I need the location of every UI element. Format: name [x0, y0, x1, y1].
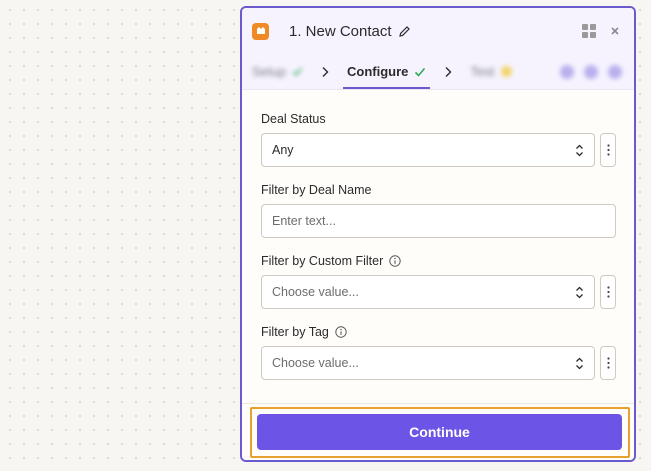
step-tabs: Setup Configure Test — [242, 54, 634, 90]
field-label-text: Filter by Custom Filter — [261, 254, 384, 268]
action-icon[interactable] — [608, 64, 622, 79]
pencil-icon[interactable] — [398, 24, 412, 38]
configure-form: Deal Status Any Filter by Deal Name Ente… — [242, 90, 634, 380]
continue-button[interactable]: Continue — [257, 414, 622, 450]
tag-field: Filter by Tag Choose value... — [261, 325, 616, 380]
custom-filter-select[interactable]: Choose value... — [261, 275, 595, 309]
action-icon[interactable] — [584, 64, 598, 79]
tab-test[interactable]: Test — [470, 54, 513, 89]
close-icon[interactable] — [608, 24, 622, 38]
up-down-arrows-icon — [574, 143, 584, 157]
tab-setup-label: Setup — [252, 64, 286, 79]
tag-select[interactable]: Choose value... — [261, 346, 595, 380]
custom-filter-field: Filter by Custom Filter Choose value... — [261, 254, 616, 309]
info-icon[interactable] — [389, 255, 401, 267]
deal-name-field: Filter by Deal Name — [261, 183, 616, 238]
field-label: Deal Status — [261, 112, 326, 126]
select-value: Choose value... — [272, 285, 359, 299]
up-down-arrows-icon — [574, 285, 584, 299]
step-panel: 1. New Contact Setup Configure Test Deal… — [240, 6, 636, 462]
app-logo-icon — [252, 22, 269, 40]
tab-configure-label: Configure — [346, 64, 409, 79]
deal-name-input[interactable] — [261, 204, 616, 238]
field-label-text: Filter by Tag — [261, 325, 329, 339]
select-value: Any — [272, 143, 294, 157]
up-down-arrows-icon — [574, 356, 584, 370]
field-label: Filter by Deal Name — [261, 183, 372, 197]
tab-test-label: Test — [470, 64, 495, 79]
deal-status-field: Deal Status Any — [261, 112, 616, 167]
step-title: 1. New Contact — [289, 22, 392, 40]
vertical-dots-icon[interactable] — [600, 346, 616, 380]
action-icon[interactable] — [560, 64, 574, 79]
check-icon — [414, 66, 426, 78]
info-icon[interactable] — [335, 326, 347, 338]
vertical-dots-icon[interactable] — [600, 133, 616, 167]
deal-status-select[interactable]: Any — [261, 133, 595, 167]
panel-footer: Continue — [242, 403, 634, 460]
field-label: Filter by Tag — [261, 325, 616, 339]
chevron-right-icon — [321, 54, 329, 89]
check-icon — [292, 66, 303, 77]
field-label: Filter by Custom Filter — [261, 254, 616, 268]
panel-header: 1. New Contact — [242, 8, 634, 54]
grid-icon[interactable] — [580, 22, 598, 40]
vertical-dots-icon[interactable] — [600, 275, 616, 309]
tab-actions — [560, 54, 622, 89]
status-icon — [500, 65, 513, 78]
chevron-right-icon — [444, 54, 452, 89]
select-value: Choose value... — [272, 356, 359, 370]
tab-configure[interactable]: Configure — [342, 54, 431, 89]
tab-setup[interactable]: Setup — [252, 54, 303, 89]
